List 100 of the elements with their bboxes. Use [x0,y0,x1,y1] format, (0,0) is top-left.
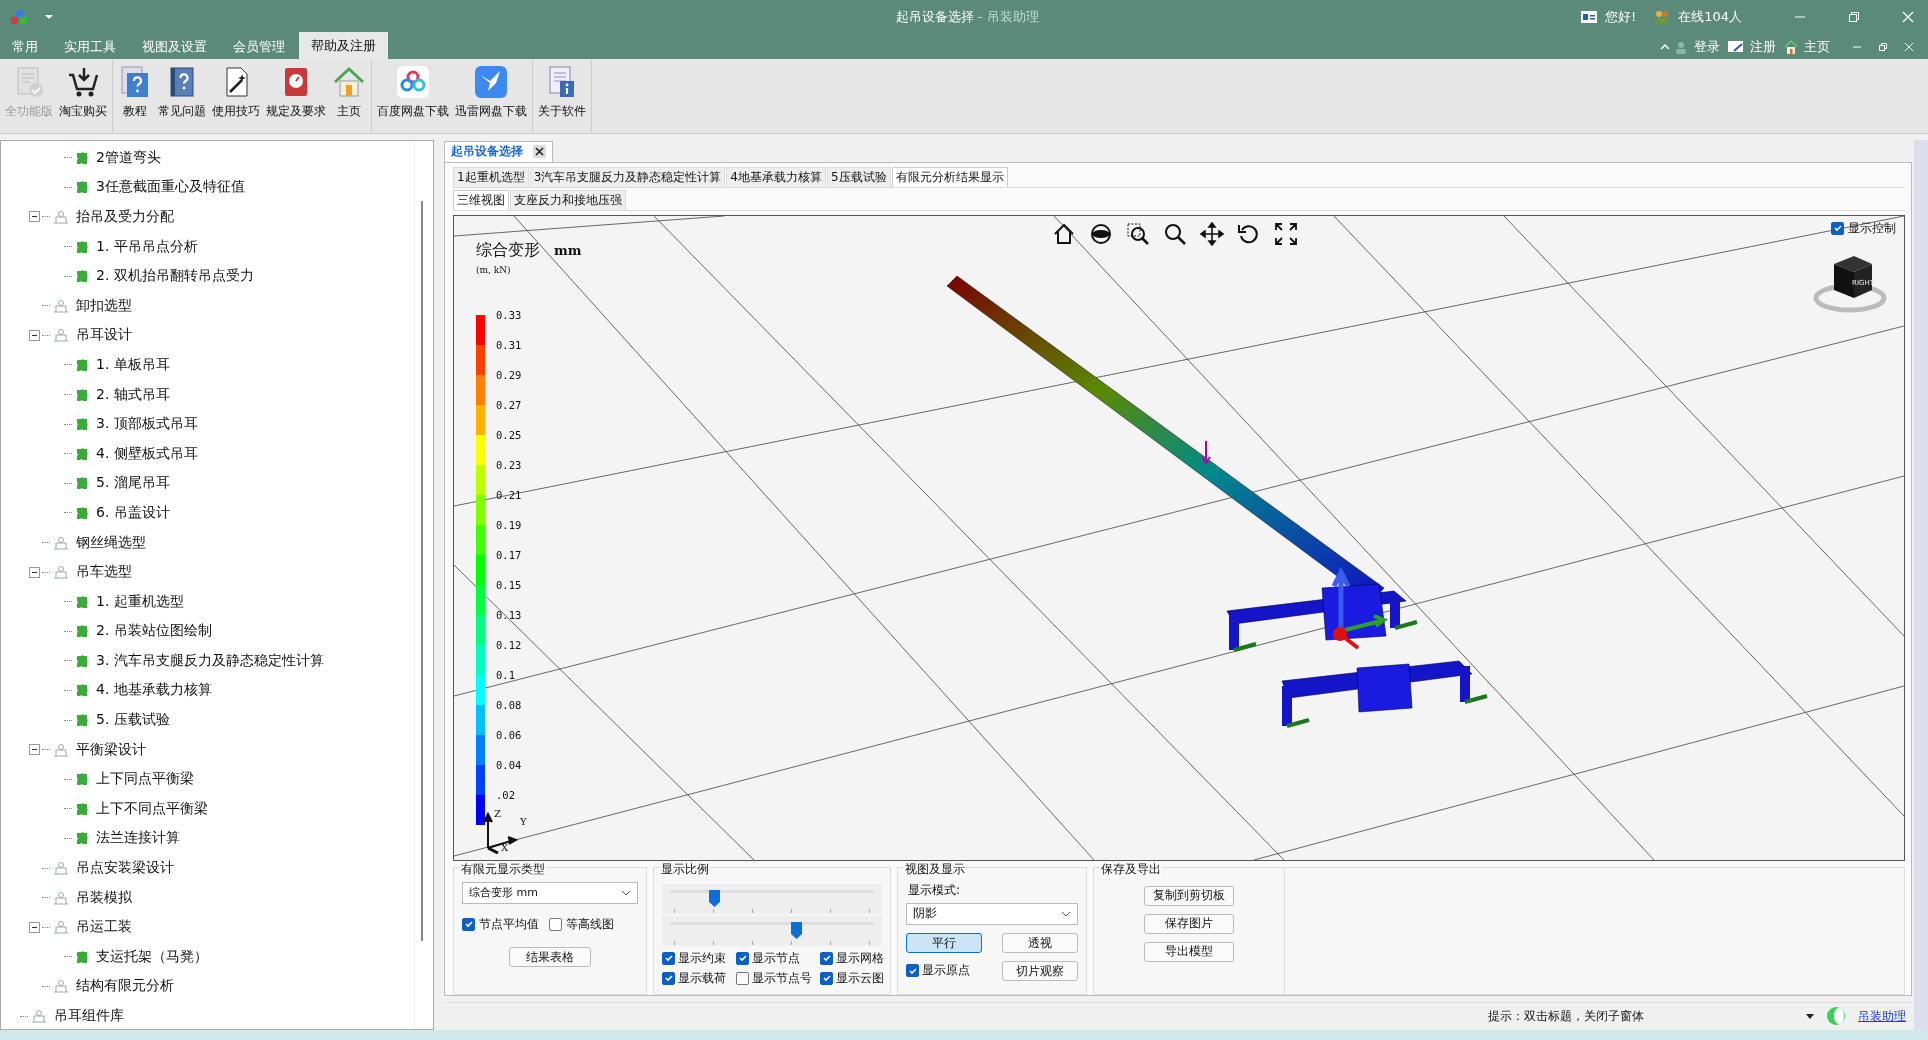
checkbox[interactable] [906,964,919,978]
restore-icon[interactable] [1878,41,1888,52]
document-tab[interactable]: 起吊设备选择 [444,140,553,162]
tree-item[interactable]: 2. 双机抬吊翻转吊点受力 [96,267,254,286]
tree-item[interactable]: 1. 单板吊耳 [96,355,170,374]
search-icon[interactable] [1163,221,1187,246]
tree-item[interactable]: 吊装模拟 [76,888,132,907]
collapse-toggle[interactable] [29,921,40,933]
dropdown[interactable]: 阴影 [906,902,1078,925]
tree-item[interactable]: 上下不同点平衡梁 [96,799,208,818]
checkbox[interactable] [462,917,475,931]
checkbox[interactable] [820,971,833,985]
checkbox[interactable] [736,951,749,965]
menu-tab[interactable]: 常用 [0,35,50,59]
checkbox[interactable] [662,951,675,965]
ribbon-button[interactable]: 淘宝购买 [56,59,110,133]
id-card-icon[interactable] [1580,11,1597,23]
slice-view-button[interactable]: 切片观察 [1002,960,1078,981]
ribbon-button[interactable]: 教程 [115,59,155,133]
tree-item[interactable]: 上下同点平衡梁 [96,770,194,789]
tree-item[interactable]: 1. 平吊吊点分析 [96,237,198,256]
tree-item[interactable]: 卸扣选型 [76,296,132,315]
tree-item[interactable]: 抬吊及受力分配 [76,208,174,226]
ribbon-button[interactable]: 迅雷网盘下载 [452,59,530,133]
slider-thumb[interactable] [709,889,721,907]
result-table-button[interactable]: 结果表格 [509,946,591,967]
tree-item[interactable]: 4. 侧壁板式吊耳 [96,444,198,463]
dropdown-caret-icon[interactable] [1806,1013,1814,1019]
legend-value: 0.33 [496,308,522,322]
tree-item[interactable]: 吊车选型 [76,563,132,582]
checkbox[interactable] [662,971,675,985]
tree-item[interactable]: 吊耳设计 [76,326,132,345]
export-button[interactable]: 导出模型 [1144,941,1234,962]
menu-tab[interactable]: 会员管理 [221,35,297,59]
ribbon-button[interactable]: 主页 [329,59,369,133]
checkbox[interactable] [1831,221,1844,235]
tree-item[interactable]: 3任意截面重心及特征值 [96,178,245,197]
ribbon-button[interactable]: 关于软件 [535,59,589,133]
menu-tab[interactable]: 视图及设置 [130,35,219,59]
tree-item[interactable]: 4. 地基承载力核算 [96,681,212,700]
checkbox[interactable] [736,971,749,985]
collapse-toggle[interactable] [29,329,40,341]
ribbon-button[interactable]: 规定及要求 [263,59,329,133]
function-tab[interactable]: 4地基承载力核算 [726,166,826,187]
tree-item[interactable]: 1. 起重机选型 [96,592,184,611]
chevron-up-icon[interactable] [1660,43,1670,50]
tool-icon [52,860,70,877]
home-link[interactable]: 主页 [1804,37,1830,56]
tree-item[interactable]: 支运托架（马凳） [96,947,208,966]
tree-item[interactable]: 吊耳组件库 [54,1007,124,1025]
move-icon[interactable] [1200,221,1224,246]
tree-item[interactable]: 2. 吊装站位图绘制 [96,622,212,641]
collapse-toggle[interactable] [29,566,40,578]
dropdown[interactable]: 综合变形 mm [462,881,638,904]
function-tab[interactable]: 1起重机选型 [453,166,529,187]
tree-item[interactable]: 5. 溜尾吊耳 [96,474,170,493]
function-tab[interactable]: 3汽车吊支腿反力及静态稳定性计算 [529,166,726,187]
menu-tab[interactable]: 帮助及注册 [299,32,388,59]
puzzle-icon [74,830,90,847]
tree-item[interactable]: 平衡梁设计 [76,740,146,759]
view-tab[interactable]: 支座反力和接地压强 [510,189,626,210]
maximize-icon[interactable] [1848,11,1860,23]
close-icon[interactable] [533,145,546,159]
ribbon-button[interactable]: 常见问题 [155,59,209,133]
login-link[interactable]: 登录 [1694,37,1720,56]
tree-item[interactable]: 3. 汽车吊支腿反力及静态稳定性计算 [96,651,324,670]
tree-item[interactable]: 吊运工装 [76,918,132,937]
collapse-toggle[interactable] [29,744,40,756]
home-icon[interactable] [1052,221,1076,246]
fullscreen-icon[interactable] [1274,221,1298,246]
app-link[interactable]: 吊装助理 [1858,1007,1906,1025]
export-button[interactable]: 保存图片 [1144,913,1234,934]
tree-item[interactable]: 3. 顶部板式吊耳 [96,415,198,434]
projection-button[interactable]: 平行 [906,932,982,953]
slider-thumb[interactable] [791,921,803,939]
export-button[interactable]: 复制到剪切板 [1144,885,1234,906]
edit-card-icon[interactable] [1728,40,1744,53]
tree-item[interactable]: 法兰连接计算 [96,829,180,848]
tree-item[interactable]: 吊点安装梁设计 [76,859,174,878]
tree-item[interactable]: 结构有限元分析 [76,977,174,996]
function-tab[interactable]: 5压载试验 [826,166,891,187]
collapse-toggle[interactable] [29,211,40,223]
register-link[interactable]: 注册 [1750,37,1776,56]
tree-item[interactable]: 2管道弯头 [96,148,161,167]
tree-item[interactable]: 6. 吊盖设计 [96,503,170,522]
caret-icon[interactable] [44,14,54,20]
tree-item[interactable]: 5. 压载试验 [96,711,170,730]
toggle-icon[interactable] [1826,1006,1846,1027]
ribbon-button[interactable]: 百度网盘下载 [374,59,452,133]
menu-tab[interactable]: 实用工具 [52,35,128,59]
checkbox[interactable] [820,951,833,965]
zoom-window-icon[interactable] [1126,221,1150,246]
tree-item[interactable]: 2. 轴式吊耳 [96,385,170,404]
orbit-icon[interactable] [1089,221,1113,246]
function-tab[interactable]: 有限元分析结果显示 [891,166,1008,187]
view-tab[interactable]: 三维视图 [453,189,509,210]
tree-item[interactable]: 钢丝绳选型 [76,533,146,552]
projection-button[interactable]: 透视 [1002,932,1078,953]
ribbon-button[interactable]: 使用技巧 [209,59,263,133]
checkbox[interactable] [549,917,562,931]
